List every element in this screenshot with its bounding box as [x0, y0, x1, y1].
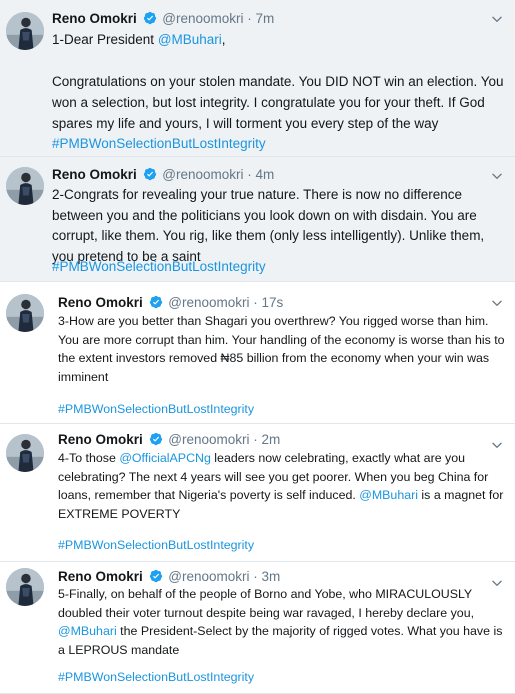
text-segment: ,	[221, 32, 226, 47]
author-name[interactable]: Reno Omokri	[52, 11, 137, 26]
tweet-text: 5-Finally, on behalf of the people of Bo…	[58, 585, 507, 659]
avatar[interactable]	[6, 12, 44, 50]
tweet-paragraph: 2-Congrats for revealing your true natur…	[52, 187, 485, 264]
hashtag-link[interactable]: #PMBWonSelectionButLostIntegrity	[58, 538, 254, 552]
tweet-text: 4-To those @OfficialAPCNg leaders now ce…	[58, 449, 507, 523]
tweet-4[interactable]: Reno Omokri @renoomokri · 2m 4-To those …	[0, 424, 515, 562]
verified-badge-icon	[143, 167, 157, 181]
mention-link[interactable]: @MBuhari	[158, 32, 222, 47]
tweet-header: Reno Omokri @renoomokri · 2m	[58, 431, 489, 448]
tweet-2[interactable]: Reno Omokri @renoomokri · 4m 2-Congrats …	[0, 157, 515, 282]
tweet-text: 1-Dear President @MBuhari, Congratulatio…	[52, 29, 507, 134]
avatar[interactable]	[6, 568, 44, 606]
tweet-paragraph: Congratulations on your stolen mandate. …	[52, 74, 504, 131]
verified-badge-icon	[149, 569, 163, 583]
tweet-paragraph: 3-How are you better than Shagari you ov…	[58, 314, 505, 384]
hashtag-link[interactable]: #PMBWonSelectionButLostIntegrity	[52, 259, 266, 274]
verified-badge-icon	[149, 432, 163, 446]
text-segment: 4-To those	[58, 451, 120, 465]
text-segment: 5-Finally, on behalf of the people of Bo…	[58, 587, 475, 620]
mention-link[interactable]: @MBuhari	[58, 624, 117, 638]
tweet-header: Reno Omokri @renoomokri · 7m	[52, 10, 489, 27]
author-handle[interactable]: @renoomokri	[162, 11, 243, 26]
hashtag-link[interactable]: #PMBWonSelectionButLostIntegrity	[58, 670, 254, 684]
text-segment: the President-Select by the majority of …	[58, 624, 503, 657]
author-handle[interactable]: @renoomokri	[168, 432, 249, 447]
tweet-1[interactable]: Reno Omokri @renoomokri · 7m 1-Dear Pres…	[0, 0, 515, 157]
tweet-header: Reno Omokri @renoomokri · 4m	[52, 166, 489, 183]
tweet-header: Reno Omokri @renoomokri · 17s	[58, 294, 489, 311]
chevron-down-icon[interactable]	[490, 296, 504, 310]
tweet-3[interactable]: Reno Omokri @renoomokri · 17s 3-How are …	[0, 282, 515, 424]
tweet-5[interactable]: Reno Omokri @renoomokri · 3m 5-Finally, …	[0, 562, 515, 694]
author-handle[interactable]: @renoomokri	[162, 167, 243, 182]
hashtag-link[interactable]: #PMBWonSelectionButLostIntegrity	[58, 402, 254, 416]
chevron-down-icon[interactable]	[490, 12, 504, 26]
mention-link[interactable]: @OfficialAPCNg	[119, 451, 211, 465]
mention-link[interactable]: @MBuhari	[359, 488, 418, 502]
tweet-text: 2-Congrats for revealing your true natur…	[52, 185, 507, 267]
author-handle[interactable]: @renoomokri	[168, 569, 249, 584]
avatar[interactable]	[6, 294, 44, 332]
tweet-timestamp[interactable]: · 4m	[247, 167, 274, 182]
tweet-timestamp[interactable]: · 2m	[253, 432, 280, 447]
tweet-text: 3-How are you better than Shagari you ov…	[58, 312, 507, 386]
author-name[interactable]: Reno Omokri	[58, 569, 143, 584]
tweet-thread: Reno Omokri @renoomokri · 7m 1-Dear Pres…	[0, 0, 515, 694]
text-segment: 1-Dear President	[52, 32, 158, 47]
chevron-down-icon[interactable]	[490, 169, 504, 183]
avatar[interactable]	[6, 434, 44, 472]
author-name[interactable]: Reno Omokri	[58, 295, 143, 310]
avatar[interactable]	[6, 167, 44, 205]
tweet-timestamp[interactable]: · 17s	[253, 295, 283, 310]
hashtag-link[interactable]: #PMBWonSelectionButLostIntegrity	[52, 136, 266, 151]
tweet-timestamp[interactable]: · 7m	[247, 11, 274, 26]
author-handle[interactable]: @renoomokri	[168, 295, 249, 310]
verified-badge-icon	[143, 11, 157, 25]
tweet-header: Reno Omokri @renoomokri · 3m	[58, 568, 489, 585]
author-name[interactable]: Reno Omokri	[58, 432, 143, 447]
verified-badge-icon	[149, 295, 163, 309]
author-name[interactable]: Reno Omokri	[52, 167, 137, 182]
tweet-timestamp[interactable]: · 3m	[253, 569, 280, 584]
